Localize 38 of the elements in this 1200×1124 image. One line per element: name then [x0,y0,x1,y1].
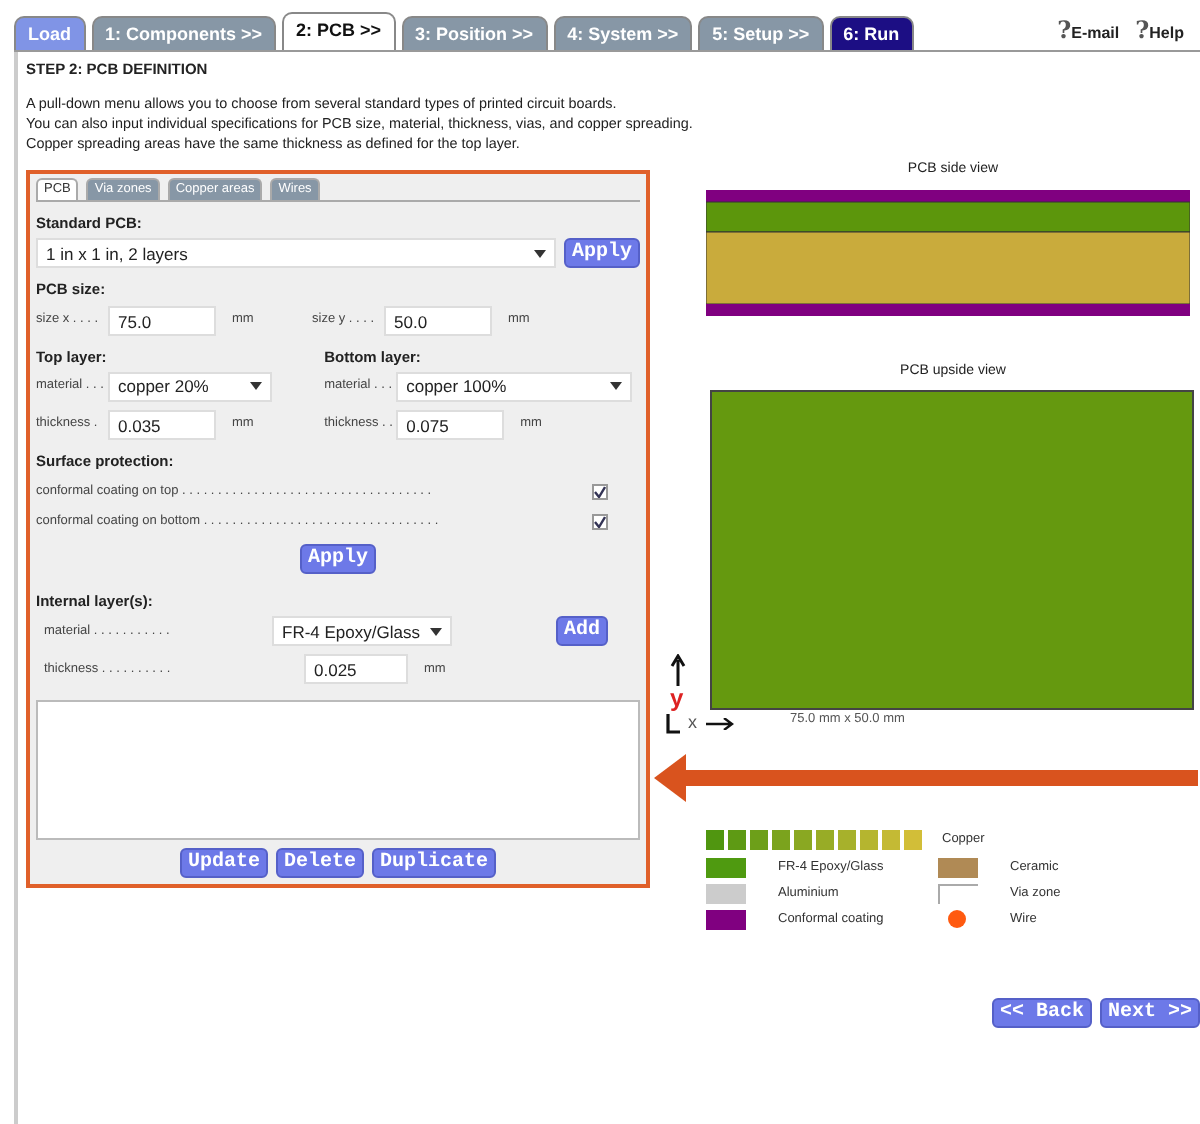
apply-button[interactable]: Apply [563,238,640,269]
step-tab[interactable]: Load [14,16,85,50]
caret-icon [250,382,262,391]
help-link[interactable]: ?Help [1135,12,1184,48]
step-tab[interactable]: 1: Components >> [91,16,277,50]
caret-icon [430,627,442,636]
thickness-field[interactable]: 0.035 [108,409,216,440]
size-x-field[interactable]: 75.0 [108,305,216,335]
arrow-right-icon [705,718,733,730]
axis-label: x [688,710,697,737]
add-button[interactable]: Add [555,616,608,647]
axis-label: y [670,686,686,711]
thickness-field[interactable]: 0.025 [304,654,408,685]
help-link[interactable]: ?E-mail [1057,12,1120,48]
step-tab[interactable]: 3: Position >> [401,16,548,50]
nav-button[interactable]: << Back [991,997,1092,1028]
caret-icon [610,382,623,391]
list-button[interactable]: Update [179,848,268,879]
top-material-dropdown[interactable]: copper 20% [108,371,272,402]
caret-icon [533,249,546,258]
list-button[interactable]: Delete [275,848,364,879]
axis-corner-icon [666,714,680,734]
step-tab[interactable]: 2: PCB >> [282,12,396,50]
step-tab[interactable]: 4: System >> [553,16,693,50]
list-button[interactable]: Duplicate [372,848,497,879]
step-tab[interactable]: 6: Run [829,16,914,50]
checkbox[interactable] [592,483,608,499]
size-y-field[interactable]: 50.0 [384,305,492,335]
bottom-material-dropdown[interactable]: copper 100% [396,371,633,402]
step-tab[interactable]: 5: Setup >> [698,16,824,50]
apply-button[interactable]: Apply [299,544,376,574]
arrow-up-icon [670,654,686,687]
nav-button[interactable]: Next >> [1099,997,1200,1028]
material-dropdown[interactable]: FR-4 Epoxy/Glass [272,616,452,647]
thickness-field[interactable]: 0.075 [396,409,505,440]
checkbox[interactable] [592,513,608,529]
copper-scale-icon [706,829,926,850]
standard-pcb-dropdown[interactable]: 1 in x 1 in, 2 layers [36,238,556,269]
